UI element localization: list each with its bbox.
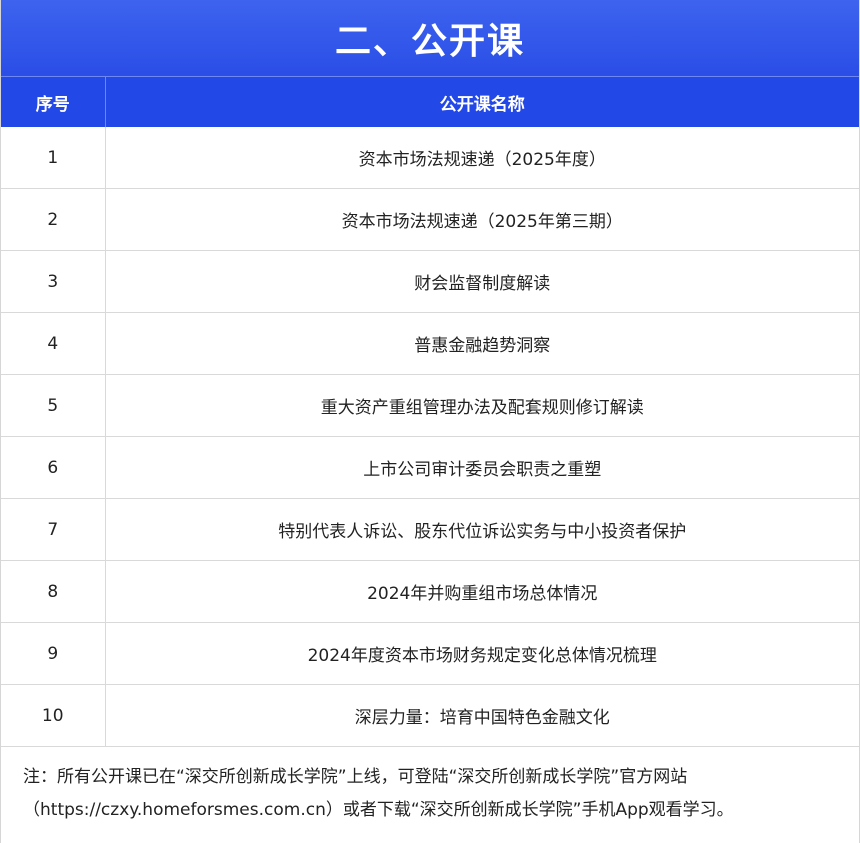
course-name: 资本市场法规速递（2025年度） [105, 127, 859, 189]
course-name: 资本市场法规速递（2025年第三期） [105, 188, 859, 251]
footnote-line-2: （https://czxy.homeforsmes.com.cn）或者下载“深交… [23, 800, 734, 820]
row-number: 5 [1, 374, 106, 437]
row-number: 2 [1, 188, 106, 251]
course-name: 财会监督制度解读 [105, 250, 859, 313]
course-table: 序号 公开课名称 1 资本市场法规速递（2025年度） 2 资本市场法规速递（2… [1, 76, 859, 747]
course-name: 2024年度资本市场财务规定变化总体情况梳理 [105, 622, 859, 685]
course-document: 二、公开课 序号 公开课名称 1 资本市场法规速递（2025年度） 2 资本市场… [0, 0, 860, 843]
table-row: 3 财会监督制度解读 [1, 250, 859, 313]
row-number: 3 [1, 250, 106, 313]
table-row: 1 资本市场法规速递（2025年度） [1, 127, 859, 189]
table-row: 7 特别代表人诉讼、股东代位诉讼实务与中小投资者保护 [1, 498, 859, 561]
header-row: 序号 公开课名称 [1, 76, 859, 127]
row-number: 9 [1, 622, 106, 685]
row-number: 1 [1, 127, 106, 189]
table-row: 6 上市公司审计委员会职责之重塑 [1, 436, 859, 499]
row-number: 4 [1, 312, 106, 375]
course-name: 重大资产重组管理办法及配套规则修订解读 [105, 374, 859, 437]
course-name: 特别代表人诉讼、股东代位诉讼实务与中小投资者保护 [105, 498, 859, 561]
table-row: 4 普惠金融趋势洞察 [1, 312, 859, 375]
course-name: 2024年并购重组市场总体情况 [105, 560, 859, 623]
footnote: 注：所有公开课已在“深交所创新成长学院”上线，可登陆“深交所创新成长学院”官方网… [1, 747, 859, 827]
table-row: 10 深层力量：培育中国特色金融文化 [1, 684, 859, 747]
table-row: 9 2024年度资本市场财务规定变化总体情况梳理 [1, 622, 859, 685]
row-number: 10 [1, 684, 106, 747]
course-name: 上市公司审计委员会职责之重塑 [105, 436, 859, 499]
table-row: 2 资本市场法规速递（2025年第三期） [1, 188, 859, 251]
table-row: 5 重大资产重组管理办法及配套规则修订解读 [1, 374, 859, 437]
row-number: 8 [1, 560, 106, 623]
table-header: 序号 公开课名称 [1, 76, 859, 127]
footnote-line-1: 注：所有公开课已在“深交所创新成长学院”上线，可登陆“深交所创新成长学院”官方网… [23, 767, 688, 787]
row-number: 7 [1, 498, 106, 561]
column-header-course-name: 公开课名称 [105, 76, 859, 127]
column-header-number: 序号 [1, 76, 106, 127]
course-name: 深层力量：培育中国特色金融文化 [105, 684, 859, 747]
section-title: 二、公开课 [1, 0, 859, 76]
table-row: 8 2024年并购重组市场总体情况 [1, 560, 859, 623]
course-name: 普惠金融趋势洞察 [105, 312, 859, 375]
row-number: 6 [1, 436, 106, 499]
table-body: 1 资本市场法规速递（2025年度） 2 资本市场法规速递（2025年第三期） … [1, 127, 859, 747]
